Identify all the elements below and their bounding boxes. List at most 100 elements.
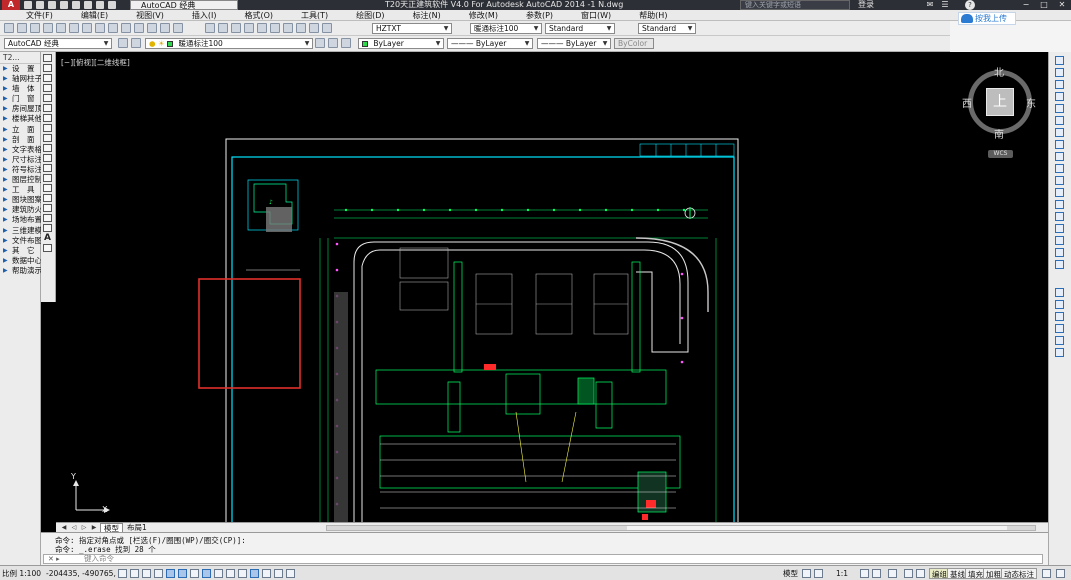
palette-item[interactable]: ▶ 图层控制	[0, 175, 42, 185]
close-button[interactable]: ✕	[1054, 0, 1070, 10]
properties-icon[interactable]	[257, 23, 267, 33]
save-icon[interactable]	[48, 1, 56, 9]
scrollbar-thumb[interactable]	[627, 526, 1007, 530]
trim-icon[interactable]	[1055, 164, 1064, 173]
palette-item[interactable]: ▶ 数据中心	[0, 256, 42, 266]
palette-item[interactable]: ▶ 场地布置	[0, 215, 42, 225]
add-selected-icon[interactable]	[43, 244, 52, 252]
clean-screen-icon[interactable]	[1056, 569, 1065, 578]
workspace-icon[interactable]	[108, 1, 116, 9]
make-current-icon[interactable]	[315, 38, 325, 48]
menu-format[interactable]: 格式(O)	[244, 10, 273, 21]
ellipse-icon[interactable]	[43, 144, 52, 152]
quick-properties-icon[interactable]	[262, 569, 271, 578]
palette-item[interactable]: ▶ 设 置	[0, 64, 40, 74]
pan-icon[interactable]	[205, 23, 215, 33]
login-link[interactable]: 登录	[858, 0, 874, 10]
spline-icon[interactable]	[43, 134, 52, 142]
draw-order-icon[interactable]	[1055, 288, 1064, 297]
palette-item[interactable]: ▶ 楼梯其他	[0, 114, 42, 124]
scale-icon[interactable]	[1055, 140, 1064, 149]
ortho-icon[interactable]	[154, 569, 163, 578]
minimize-button[interactable]: −	[1018, 0, 1034, 10]
snap-icon[interactable]	[130, 569, 139, 578]
layer-state-icon[interactable]	[131, 38, 141, 48]
layer-previous-icon[interactable]	[328, 38, 338, 48]
copy-object-icon[interactable]	[1055, 68, 1064, 77]
construction-line-icon[interactable]	[43, 64, 52, 72]
undo-icon[interactable]	[84, 1, 92, 9]
plotstyle-combo[interactable]: ByColor	[614, 38, 654, 49]
zoom-previous-icon[interactable]	[244, 23, 254, 33]
point-icon[interactable]	[43, 184, 52, 192]
design-center-icon[interactable]	[270, 23, 280, 33]
palette-item[interactable]: ▶ 三维建模	[0, 226, 42, 236]
palette-item[interactable]: ▶ 帮助演示	[0, 266, 42, 276]
palette-title[interactable]: T2...	[0, 52, 40, 64]
hatch-icon[interactable]	[43, 194, 52, 202]
move-icon[interactable]	[1055, 116, 1064, 125]
viewcube-top-face[interactable]: 上	[986, 88, 1014, 116]
viewcube[interactable]: 上 北 南 东 西 WCS	[962, 64, 1038, 164]
sheet-set-icon[interactable]	[296, 23, 306, 33]
autocad-logo-icon[interactable]: A	[2, 0, 20, 10]
undo-icon[interactable]	[160, 23, 170, 33]
gradient-icon[interactable]	[43, 204, 52, 212]
menu-edit[interactable]: 编辑(E)	[81, 10, 108, 21]
calculator-icon[interactable]	[322, 23, 332, 33]
3d-dwf-icon[interactable]	[82, 23, 92, 33]
polar-icon[interactable]	[166, 569, 175, 578]
circle-icon[interactable]	[43, 114, 52, 122]
markup-icon[interactable]	[309, 23, 319, 33]
layer-combo[interactable]: ● ☀ 暖通标注100 ▼	[145, 38, 313, 49]
rectangle-icon[interactable]	[43, 94, 52, 102]
line-icon[interactable]	[43, 54, 52, 62]
selection-cycling-icon[interactable]	[274, 569, 283, 578]
lock-icon[interactable]	[904, 569, 913, 578]
palette-item[interactable]: ▶ 建筑防火	[0, 205, 42, 215]
scale-readout[interactable]: 比例 1:100	[2, 569, 41, 578]
workspace-selector[interactable]: AutoCAD 经典	[130, 0, 238, 10]
menu-draw[interactable]: 绘图(D)	[356, 10, 384, 21]
quick-view-drawings-icon[interactable]	[814, 569, 823, 578]
workspace-switch-icon[interactable]	[888, 569, 897, 578]
paste-icon[interactable]	[121, 23, 131, 33]
dims-front-icon[interactable]	[1055, 348, 1064, 357]
zoom-window-icon[interactable]	[231, 23, 241, 33]
mleader-style-combo[interactable]: Standard ▼	[638, 23, 696, 34]
save-as-icon[interactable]	[60, 1, 68, 9]
wcs-menu[interactable]: WCS	[988, 150, 1013, 158]
lineweight-icon[interactable]	[238, 569, 247, 578]
isolate-objects-icon[interactable]	[1042, 569, 1051, 578]
hatch-back-icon[interactable]	[1055, 336, 1064, 345]
model-space-toggle[interactable]: 模型	[783, 569, 798, 578]
compass-east[interactable]: 东	[1026, 95, 1036, 110]
bring-front-icon[interactable]	[1055, 300, 1064, 309]
dynamic-dim-toggle[interactable]: 动态标注	[1001, 568, 1037, 579]
last-tab-icon[interactable]: ▶	[90, 524, 98, 532]
workspace-combo[interactable]: AutoCAD 经典 ▼	[4, 38, 112, 49]
redo-icon[interactable]	[96, 1, 104, 9]
print-icon[interactable]	[72, 1, 80, 9]
block-editor-icon[interactable]	[147, 23, 157, 33]
help-icon[interactable]: ?	[965, 0, 975, 10]
first-tab-icon[interactable]: ◀	[60, 524, 68, 532]
revision-cloud-icon[interactable]	[43, 124, 52, 132]
compass-west[interactable]: 西	[962, 95, 972, 110]
table-style-combo[interactable]: Standard ▼	[545, 23, 615, 34]
mirror-icon[interactable]	[1055, 80, 1064, 89]
palette-item[interactable]: ▶ 符号标注	[0, 165, 42, 175]
blend-icon[interactable]	[1055, 248, 1064, 257]
chamfer-icon[interactable]	[1055, 224, 1064, 233]
arc-icon[interactable]	[43, 104, 52, 112]
table-icon[interactable]	[43, 224, 52, 232]
qnew-icon[interactable]	[4, 23, 14, 33]
break-icon[interactable]	[1055, 200, 1064, 209]
new-file-icon[interactable]	[24, 1, 32, 9]
quick-view-layouts-icon[interactable]	[802, 569, 811, 578]
search-input[interactable]: 键入关键字或短语	[740, 0, 850, 10]
break-at-point-icon[interactable]	[1055, 188, 1064, 197]
drawing-canvas[interactable]: ♪ Y X	[56, 52, 1048, 522]
insert-block-icon[interactable]	[43, 164, 52, 172]
menu-modify[interactable]: 修改(M)	[469, 10, 498, 21]
